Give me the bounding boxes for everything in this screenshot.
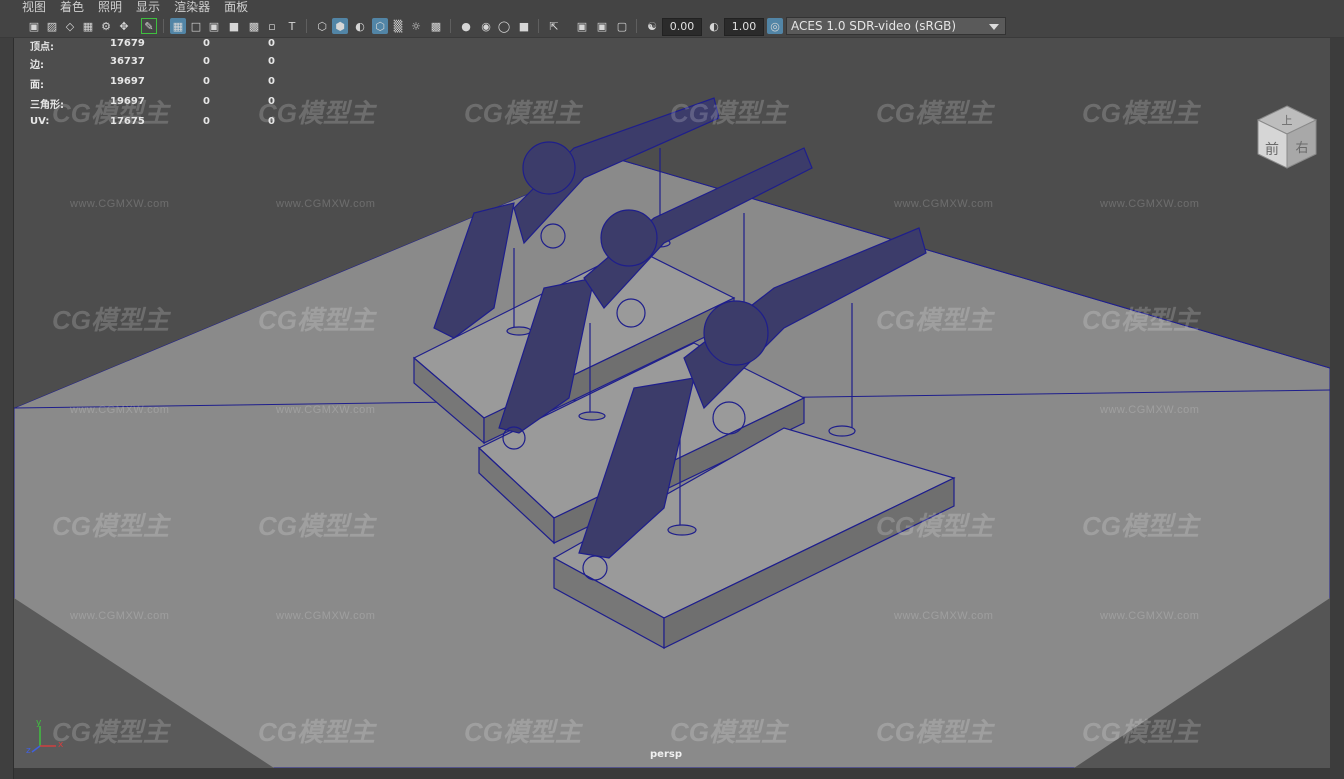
menu-show[interactable]: 显示 [136,0,160,14]
watermark-url: www.CGMXW.com [276,404,376,416]
gamma-icon[interactable]: ◐ [706,18,722,34]
watermark-logo: CG模型主 [464,98,582,128]
watermark-logo: CG模型主 [670,717,788,747]
camera-attributes-icon[interactable]: ▨ [44,18,60,34]
panel-toolbar: ▣ ▨ ◇ ▦ ⚙ ✥ ✎ ▦ □ ▣ ■ ▩ ▫ T ⬡ ⬢ ◐ ⬡ ▒ ☼ … [0,14,1344,38]
separator [306,19,307,33]
image-plane-icon[interactable]: ▦ [80,18,96,34]
watermark-logo: CG模型主 [876,305,994,335]
watermark-logo: CG模型主 [464,717,582,747]
watermark-logo: CG模型主 [52,511,170,541]
isolate-select-icon[interactable]: ⇱ [546,18,562,34]
watermark-logo: CG模型主 [52,717,170,747]
view-transform-select[interactable]: ACES 1.0 SDR-video (sRGB) [786,17,1006,35]
xray-active-icon[interactable]: ▣ [594,18,610,34]
anti-alias-icon[interactable]: ◯ [496,18,512,34]
menu-panels[interactable]: 面板 [224,0,248,14]
wireframe-on-shaded-icon[interactable]: ⬡ [372,18,388,34]
watermark-url: www.CGMXW.com [1100,198,1200,210]
view-cube[interactable]: 上 前 右 [1252,102,1322,172]
watermark-url: www.CGMXW.com [894,610,994,622]
viewport-persp[interactable]: CG模型主 CG模型主 CG模型主 CG模型主 CG模型主 CG模型主 www.… [14,38,1330,768]
watermark-logo: CG模型主 [258,98,376,128]
watermark-url: www.CGMXW.com [276,198,376,210]
separator [450,19,451,33]
exposure-icon[interactable]: ☯ [644,18,660,34]
watermark-logo: CG模型主 [258,305,376,335]
xray-icon[interactable]: ▒ [390,18,406,34]
watermark-logo: CG模型主 [258,717,376,747]
exposure-field[interactable]: 0.00 [662,18,702,36]
camera-icon[interactable]: ▣ [26,18,42,34]
menu-renderer[interactable]: 渲染器 [174,0,210,14]
depth-of-field-icon[interactable]: ■ [516,18,532,34]
shadows-icon[interactable]: ▩ [428,18,444,34]
safe-action-icon[interactable]: ▫ [264,18,280,34]
watermark-logo: CG模型主 [1082,305,1200,335]
grid-snap-icon[interactable]: ⚙ [98,18,114,34]
right-panel-edge [1330,38,1344,779]
view-transform-label: ACES 1.0 SDR-video (sRGB) [791,19,957,33]
watermark-url: www.CGMXW.com [894,198,994,210]
view-cube-icon: 上 前 右 [1256,105,1318,169]
xray-joints-icon[interactable]: ▣ [574,18,590,34]
camera-name-label: persp [650,749,682,760]
view-cube-top-label: 上 [1282,114,1293,127]
watermark-logo: CG模型主 [1082,511,1200,541]
gate-mask-icon[interactable]: ■ [226,18,242,34]
watermark-url: www.CGMXW.com [276,610,376,622]
lights-icon[interactable]: ☼ [408,18,424,34]
smooth-shade-icon[interactable]: ⬢ [332,18,348,34]
screen-space-ao-icon[interactable]: ● [458,18,474,34]
watermark-url: www.CGMXW.com [70,198,170,210]
watermark-logo: CG模型主 [258,511,376,541]
watermark-url: www.CGMXW.com [1100,404,1200,416]
bookmark-icon[interactable]: ◇ [62,18,78,34]
panel-menu-bar: 视图 着色 照明 显示 渲染器 面板 [0,0,1344,14]
watermark-logo: CG模型主 [876,717,994,747]
watermark-logo: CG模型主 [1082,98,1200,128]
menu-lighting[interactable]: 照明 [98,0,122,14]
axis-x-label: x [58,740,64,750]
camera-fit-icon[interactable]: ▢ [614,18,630,34]
watermark-logo: CG模型主 [1082,717,1200,747]
separator [538,19,539,33]
menu-view[interactable]: 视图 [22,0,46,14]
color-management-icon[interactable]: ◎ [767,18,783,34]
watermark-logo: CG模型主 [52,305,170,335]
view-cube-right-label: 右 [1295,141,1308,156]
grid-icon[interactable]: ▦ [170,18,186,34]
left-panel-edge [0,38,14,779]
watermark-url: www.CGMXW.com [70,404,170,416]
separator [163,19,164,33]
pan-zoom-icon[interactable]: ✥ [116,18,132,34]
watermark-url: www.CGMXW.com [1100,610,1200,622]
watermark-url: www.CGMXW.com [70,610,170,622]
axis-y-label: y [36,718,42,728]
watermark-logo: CG模型主 [670,98,788,128]
wireframe-icon[interactable]: ⬡ [314,18,330,34]
separator [636,19,637,33]
watermark-logo: CG模型主 [876,511,994,541]
motion-blur-icon[interactable]: ◉ [478,18,494,34]
watermark-logo: CG模型主 [876,98,994,128]
resolution-gate-icon[interactable]: ▣ [206,18,222,34]
viewport-bottom-edge [14,768,1330,779]
gamma-field[interactable]: 1.00 [724,18,764,36]
axis-z-label: z [26,746,31,756]
safe-title-icon[interactable]: T [284,18,300,34]
view-cube-front-label: 前 [1265,141,1279,158]
grease-pencil-icon[interactable]: ✎ [141,18,157,34]
field-chart-icon[interactable]: ▩ [246,18,262,34]
film-gate-icon[interactable]: □ [188,18,204,34]
viewport-scene [14,38,1330,768]
menu-shading[interactable]: 着色 [60,0,84,14]
chevron-down-icon [989,24,999,30]
use-default-material-icon[interactable]: ◐ [352,18,368,34]
